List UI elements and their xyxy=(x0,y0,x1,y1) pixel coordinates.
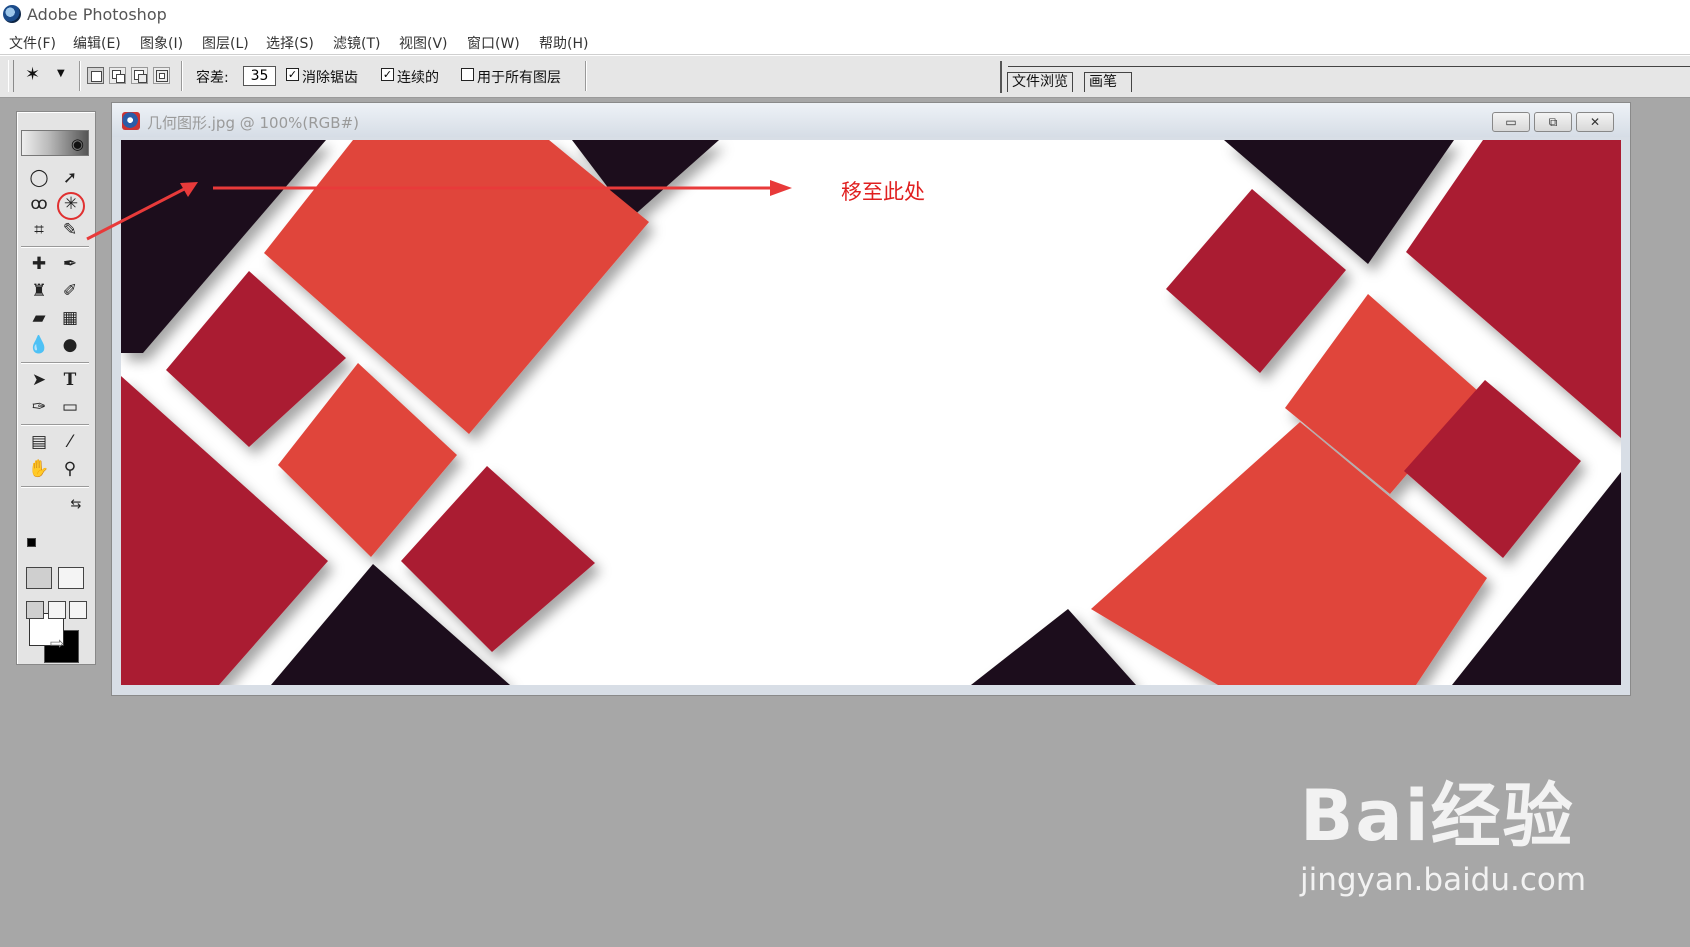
baidu-watermark: Bai经验 jingyan.baidu.com xyxy=(1300,760,1660,910)
baidu-watermark-url: jingyan.baidu.com xyxy=(1300,862,1587,898)
annotation-arrowhead xyxy=(770,180,792,196)
annotation-arrow-diagonal xyxy=(86,183,193,241)
baidu-watermark-logo: Bai经验 xyxy=(1300,775,1575,857)
annotation-label: 移至此处 xyxy=(841,180,925,204)
